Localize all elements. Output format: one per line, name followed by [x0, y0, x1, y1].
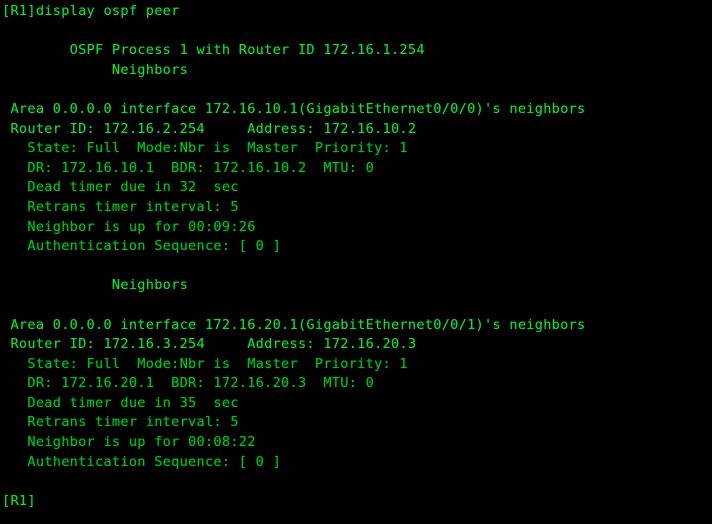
- router-id-line-1: Router ID: 172.16.2.254 Address: 172.16.…: [2, 120, 417, 137]
- terminal-window[interactable]: [R1]display ospf peer OSPF Process 1 wit…: [0, 0, 712, 524]
- dead-timer-line-2: Dead timer due in 35 sec: [2, 394, 239, 411]
- neighbor-uptime-line-1: Neighbor is up for 00:09:26: [2, 218, 256, 235]
- neighbor-uptime-line-2: Neighbor is up for 00:08:22: [2, 434, 256, 451]
- authentication-sequence-line-1: Authentication Sequence: [ 0 ]: [2, 238, 282, 255]
- trailing-prompt[interactable]: [R1]: [0, 492, 712, 512]
- state-line-2: State: Full Mode:Nbr is Master Priority:…: [2, 355, 408, 372]
- ospf-process-header: OSPF Process 1 with Router ID 172.16.1.2…: [2, 42, 425, 59]
- command-line: [R1]display ospf peer: [2, 3, 180, 19]
- retrans-timer-line-2: Retrans timer interval: 5: [2, 414, 239, 431]
- area-interface-line-1: Area 0.0.0.0 interface 172.16.10.1(Gigab…: [2, 100, 586, 117]
- router-id-line-2: Router ID: 172.16.3.254 Address: 172.16.…: [2, 336, 417, 353]
- dead-timer-line-1: Dead timer due in 32 sec: [2, 179, 239, 196]
- dr-bdr-mtu-line-2: DR: 172.16.20.1 BDR: 172.16.20.3 MTU: 0: [2, 375, 375, 392]
- area-interface-line-2: Area 0.0.0.0 interface 172.16.20.1(Gigab…: [2, 316, 586, 333]
- neighbors-heading-1: Neighbors: [2, 61, 189, 78]
- dr-bdr-mtu-line-1: DR: 172.16.10.1 BDR: 172.16.10.2 MTU: 0: [2, 159, 375, 176]
- retrans-timer-line-1: Retrans timer interval: 5: [2, 198, 239, 215]
- neighbors-heading-2: Neighbors: [2, 277, 189, 294]
- authentication-sequence-line-2: Authentication Sequence: [ 0 ]: [2, 453, 282, 470]
- state-line-1: State: Full Mode:Nbr is Master Priority:…: [2, 140, 408, 157]
